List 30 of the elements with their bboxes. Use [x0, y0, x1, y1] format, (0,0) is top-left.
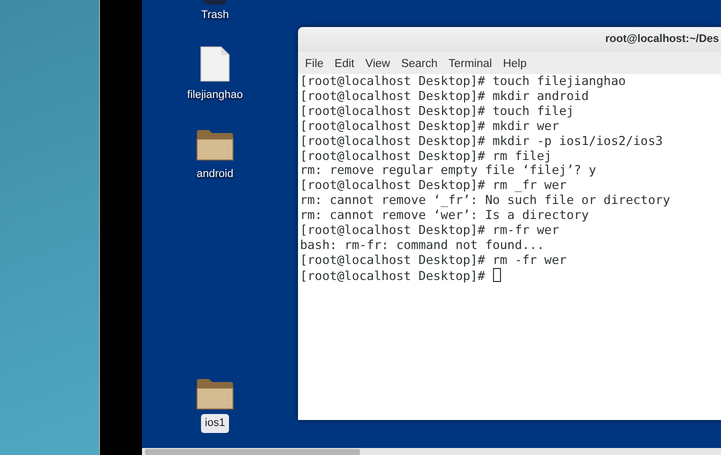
terminal-line: bash: rm-fr: command not found...: [300, 238, 544, 252]
terminal-line: rm: remove regular empty file ‘filej’? y: [300, 163, 596, 178]
window-title: root@localhost:~/Des: [605, 32, 720, 48]
icon-label[interactable]: ios1: [200, 414, 230, 432]
terminal-line: rm: cannot remove ‘_fr’: No such file or directory: [300, 193, 670, 208]
scroll-bar[interactable]: [142, 448, 721, 455]
icon-label[interactable]: Trash: [197, 6, 233, 24]
folder-icon: [196, 129, 234, 161]
terminal-line: [root@localhost Desktop]# rm filej: [300, 148, 552, 163]
terminal-line: [root@localhost Desktop]# touch filej: [300, 104, 574, 118]
terminal-line: [root@localhost Desktop]# mkdir wer: [300, 118, 560, 133]
terminal-line: [root@localhost Desktop]# rm-fr wer: [300, 223, 560, 238]
terminal-line: [root@localhost Desktop]# rm _fr wer: [300, 178, 567, 192]
terminal-line: [root@localhost Desktop]# touch filejianghao: [300, 74, 626, 88]
file-icon: [199, 46, 231, 82]
icon-label[interactable]: filejianghao: [183, 86, 247, 104]
scroll-thumb[interactable]: [145, 449, 360, 455]
terminal-line: [root@localhost Desktop]# mkdir android: [300, 88, 589, 103]
terminal-line: [root@localhost Desktop]#: [300, 268, 486, 283]
menu-item[interactable]: Help: [498, 56, 532, 74]
menu-item[interactable]: File: [300, 56, 329, 74]
menu-item[interactable]: Edit: [330, 56, 360, 74]
terminal-line: rm: cannot remove ‘wer’: Is a directory: [300, 208, 589, 222]
terminal-line: [root@localhost Desktop]# rm -fr wer: [300, 252, 567, 267]
menu-item[interactable]: View: [360, 56, 396, 74]
folder-icon: [196, 378, 234, 410]
terminal-line: [root@localhost Desktop]# mkdir -p ios1/ios2/ios3: [300, 134, 663, 148]
menu-item[interactable]: Search: [396, 56, 443, 74]
menu-item[interactable]: Terminal: [444, 56, 497, 74]
icon-label[interactable]: android: [192, 165, 238, 184]
